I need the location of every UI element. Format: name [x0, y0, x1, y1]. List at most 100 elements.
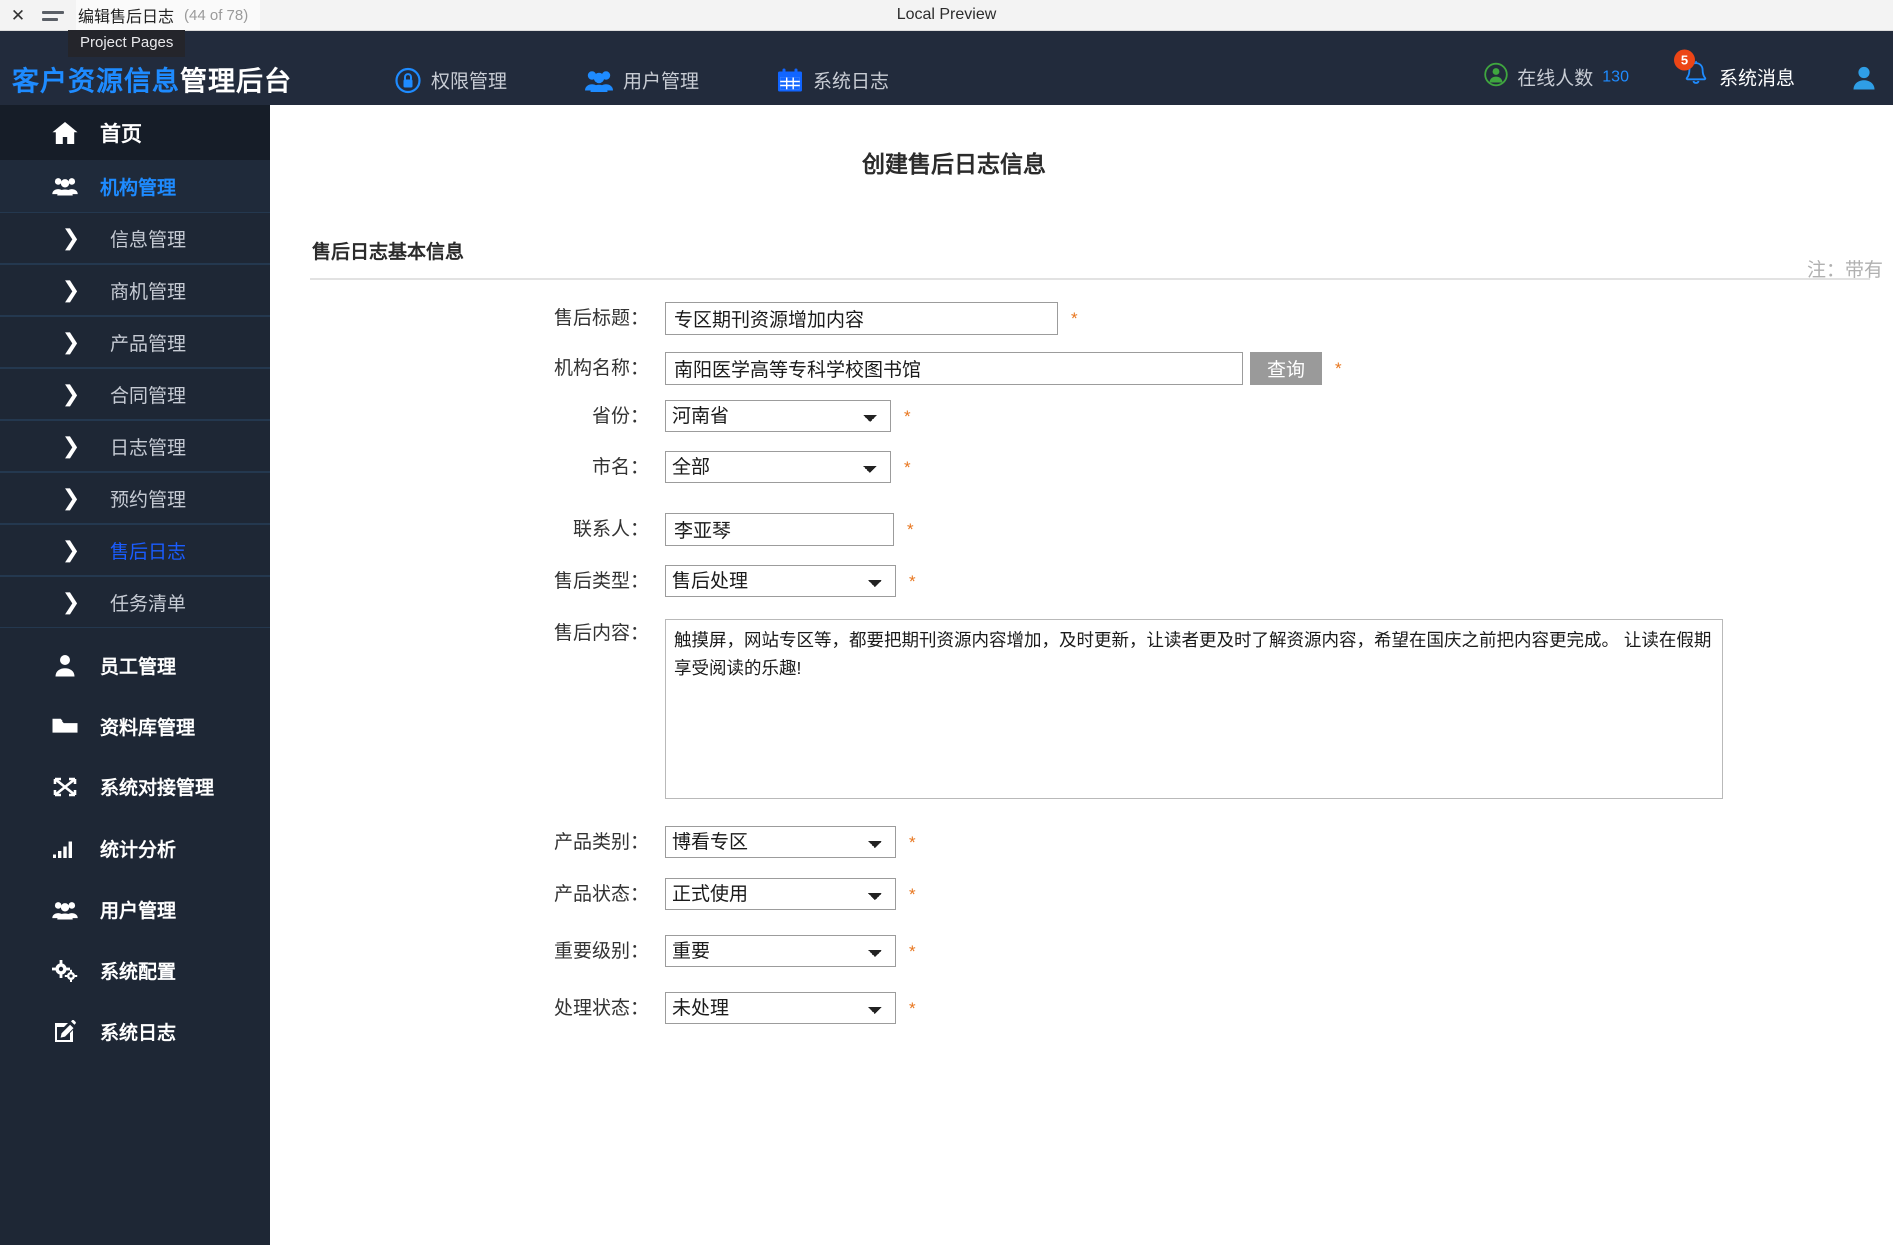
browser-chrome: Local Preview ✕ 编辑售后日志 (44 of 78) [0, 0, 1893, 31]
tab-page-count: (44 of 78) [184, 6, 249, 24]
query-button[interactable]: 查询 [1250, 352, 1322, 385]
app-logo[interactable]: 客户资源信息管理后台 [12, 60, 292, 99]
sidebar-item-system-config[interactable]: 系统配置 [0, 940, 270, 1001]
province-select[interactable]: 河南省 [665, 400, 891, 432]
system-messages-button[interactable]: 5 系统消息 [1673, 49, 1795, 94]
form-row-title: 售后标题： * [270, 302, 1893, 336]
browser-tab[interactable]: 编辑售后日志 (44 of 78) [76, 0, 261, 30]
chevron-right-icon: ❯ [61, 381, 81, 406]
sidebar-item-library-management[interactable]: 资料库管理 [0, 696, 270, 756]
cogs-icon [52, 959, 78, 982]
form-row-product-status: 产品状态： 正式使用 * [270, 878, 1893, 912]
close-icon[interactable]: ✕ [4, 1, 32, 29]
aftersales-title-input[interactable] [665, 302, 1058, 335]
sidebar-item-system-log[interactable]: 系统日志 [0, 1001, 270, 1062]
sidebar-item-label: 商机管理 [110, 281, 187, 303]
chevron-right-icon: ❯ [61, 277, 81, 302]
online-users-indicator[interactable]: 在线人数 130 [1484, 62, 1629, 92]
required-mark: * [907, 520, 914, 539]
required-mark: * [909, 999, 916, 1018]
user-avatar-icon[interactable] [1849, 62, 1879, 92]
sidebar-item-aftersales-log[interactable]: ❯ 售后日志 [0, 524, 270, 576]
folder-icon [52, 716, 78, 736]
sidebar-item-staff-management[interactable]: 员工管理 [0, 635, 270, 696]
sidebar-item-contract-management[interactable]: ❯ 合同管理 [0, 368, 270, 420]
header-actions: 在线人数 130 5 系统消息 [1484, 49, 1879, 94]
sidebar-item-statistics[interactable]: 统计分析 [0, 817, 270, 879]
field-label-title: 售后标题： [553, 308, 649, 329]
sidebar-item-label: 合同管理 [110, 385, 187, 407]
form-row-province: 省份： 河南省 * [270, 400, 1893, 434]
aftersales-content-textarea[interactable]: 触摸屏，网站专区等，都要把期刊资源内容增加，及时更新，让读者更及时了解资源内容，… [665, 619, 1723, 799]
preview-window-title: Local Preview [896, 6, 997, 23]
product-status-select[interactable]: 正式使用 [665, 878, 896, 910]
topnav-item-syslog[interactable]: 系统日志 [777, 67, 889, 94]
home-icon [52, 121, 78, 145]
required-mark: * [904, 458, 911, 477]
sidebar-item-product-management[interactable]: ❯ 产品管理 [0, 316, 270, 368]
hamburger-icon[interactable] [42, 4, 70, 27]
priority-select[interactable]: 重要 [665, 935, 896, 967]
sidebar-item-business-opportunity[interactable]: ❯ 商机管理 [0, 264, 270, 316]
sidebar-item-appointment-management[interactable]: ❯ 预约管理 [0, 472, 270, 524]
field-label-province: 省份： [591, 406, 649, 427]
chevron-right-icon: ❯ [61, 225, 81, 250]
sidebar-item-label: 员工管理 [100, 657, 177, 678]
users-icon [585, 68, 614, 92]
form-row-content: 售后内容： 触摸屏，网站专区等，都要把期刊资源内容增加，及时更新，让读者更及时了… [270, 619, 1893, 799]
required-mark: * [909, 942, 916, 961]
required-mark: * [909, 833, 916, 852]
project-pages-tooltip: Project Pages [68, 30, 186, 57]
user-icon [52, 654, 78, 677]
sidebar-item-log-management[interactable]: ❯ 日志管理 [0, 420, 270, 472]
sidebar-item-label: 机构管理 [100, 177, 177, 199]
org-name-input[interactable] [665, 352, 1243, 385]
form-row-org: 机构名称： 查询 * [270, 352, 1893, 386]
sidebar-item-system-integration[interactable]: 系统对接管理 [0, 756, 270, 817]
required-mark: * [909, 885, 916, 904]
field-label-product-category: 产品类别： [553, 832, 649, 853]
field-label-city: 市名： [591, 457, 649, 478]
product-category-select[interactable]: 博看专区 [665, 826, 896, 858]
chevron-right-icon: ❯ [61, 589, 81, 614]
sidebar-item-home[interactable]: 首页 [0, 105, 270, 160]
topnav-item-users[interactable]: 用户管理 [585, 67, 699, 94]
sidebar-item-task-list[interactable]: ❯ 任务清单 [0, 576, 270, 628]
required-note: 注：带有 [1806, 260, 1883, 281]
required-mark: * [909, 572, 916, 591]
chevron-right-icon: ❯ [61, 329, 81, 354]
logo-secondary-text: 管理后台 [180, 66, 292, 97]
required-mark: * [1335, 359, 1342, 378]
required-mark: * [1071, 309, 1078, 328]
sidebar-item-org-management[interactable]: 机构管理 [0, 160, 270, 212]
logo-primary-text: 客户资源信息 [12, 66, 180, 97]
chevron-right-icon: ❯ [61, 485, 81, 510]
section-divider [310, 278, 1870, 280]
field-label-priority: 重要级别： [553, 941, 649, 962]
contact-person-input[interactable] [665, 513, 894, 546]
section-title: 售后日志基本信息 [312, 242, 465, 263]
sidebar-item-info-management[interactable]: ❯ 信息管理 [0, 212, 270, 264]
sidebar-item-user-management[interactable]: 用户管理 [0, 879, 270, 940]
topnav-label: 权限管理 [431, 71, 508, 93]
main-content: 创建售后日志信息 售后日志基本信息 注：带有 售后标题： * 机构名称： 查询 … [270, 105, 1893, 1245]
aftersales-type-select[interactable]: 售后处理 [665, 565, 896, 597]
topnav-item-permissions[interactable]: 权限管理 [395, 67, 507, 94]
sidebar-item-label: 信息管理 [110, 229, 187, 251]
sidebar-item-label: 统计分析 [100, 839, 177, 861]
form-row-handle-status: 处理状态： 未处理 * [270, 992, 1893, 1026]
sidebar-item-label: 系统日志 [100, 1023, 177, 1044]
topnav-label: 系统日志 [813, 71, 890, 93]
sidebar-home-label: 首页 [100, 122, 142, 146]
field-label-handle-status: 处理状态： [553, 998, 649, 1019]
online-user-icon [1484, 62, 1508, 92]
app-header: 客户资源信息管理后台 权限管理 用户管理 系统日志 在线人数 130 5 系统消… [0, 31, 1893, 105]
sidebar-item-label: 系统配置 [100, 962, 177, 983]
sidebar: 首页 机构管理 ❯ 信息管理 ❯ 商机管理 ❯ 产品管理 ❯ 合同管理 ❯ 日志 [0, 105, 270, 1245]
form-row-priority: 重要级别： 重要 * [270, 935, 1893, 969]
city-select[interactable]: 全部 [665, 451, 891, 483]
handle-status-select[interactable]: 未处理 [665, 992, 896, 1024]
sidebar-item-label: 预约管理 [110, 489, 187, 511]
sidebar-item-label: 产品管理 [110, 333, 187, 355]
calendar-icon [777, 67, 803, 93]
